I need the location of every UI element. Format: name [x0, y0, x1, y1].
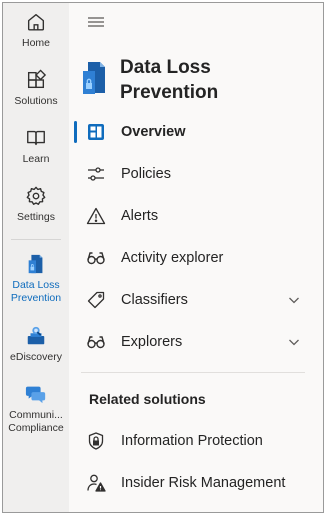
related-solutions-heading: Related solutions [89, 391, 206, 407]
nav-item-information-protection[interactable]: Information Protection [69, 424, 323, 458]
warning-icon [86, 207, 106, 225]
rail-label-communication-compliance: Communi... Compliance [8, 409, 64, 434]
app-header: Data Loss Prevention [81, 55, 250, 105]
overview-icon [88, 124, 104, 140]
dlp-icon [28, 254, 43, 274]
navigation-pane: Data Loss Prevention Overview Policies A… [69, 3, 323, 512]
user-warning-icon [87, 474, 106, 492]
rail-label-data-loss-prevention: Data Loss Prevention [10, 279, 62, 304]
nav-item-insider-risk-management[interactable]: Insider Risk Management [69, 466, 323, 500]
nav-label-activity-explorer: Activity explorer [121, 250, 224, 266]
gear-icon [26, 186, 46, 205]
rail-label-home: Home [21, 37, 50, 49]
rail-label-ediscovery: eDiscovery [10, 351, 62, 363]
app-frame: Home Solutions Learn Settings Data Loss … [2, 2, 324, 513]
rail-item-data-loss-prevention[interactable]: Data Loss Prevention [3, 253, 69, 305]
lock-shield-icon [88, 432, 104, 450]
book-icon [27, 130, 45, 146]
rail-item-ediscovery[interactable]: eDiscovery [3, 325, 69, 364]
app-rail: Home Solutions Learn Settings Data Loss … [3, 3, 69, 512]
nav-item-overview[interactable]: Overview [69, 115, 323, 149]
sliders-icon [88, 167, 104, 181]
nav-label-insider-risk-management: Insider Risk Management [121, 475, 286, 491]
glasses-icon [87, 252, 105, 265]
rail-divider [11, 239, 61, 240]
ediscovery-icon [27, 326, 45, 345]
nav-label-classifiers: Classifiers [121, 292, 188, 308]
nav-item-activity-explorer[interactable]: Activity explorer [69, 241, 323, 275]
section-divider [81, 372, 305, 373]
rail-item-settings[interactable]: Settings [3, 185, 69, 224]
rail-label-settings: Settings [17, 211, 55, 223]
nav-label-information-protection: Information Protection [121, 433, 263, 449]
nav-item-explorers[interactable]: Explorers [69, 325, 323, 359]
nav-item-alerts[interactable]: Alerts [69, 199, 323, 233]
nav-label-overview: Overview [121, 124, 186, 140]
active-indicator [74, 121, 77, 143]
tag-icon [87, 291, 105, 309]
chevron-down-icon[interactable] [287, 293, 301, 307]
rail-label-solutions: Solutions [14, 95, 58, 107]
hamburger-menu-icon[interactable] [86, 15, 106, 29]
rail-item-home[interactable]: Home [3, 11, 69, 50]
rail-item-solutions[interactable]: Solutions [3, 69, 69, 108]
glasses-icon [87, 336, 105, 349]
home-icon [27, 13, 45, 31]
nav-label-alerts: Alerts [121, 208, 159, 224]
rail-label-learn: Learn [22, 153, 50, 165]
nav-item-classifiers[interactable]: Classifiers [69, 283, 323, 317]
dlp-logo-icon [83, 62, 105, 94]
nav-item-policies[interactable]: Policies [69, 157, 323, 191]
rail-item-communication-compliance[interactable]: Communi... Compliance [3, 383, 69, 435]
nav-label-policies: Policies [121, 166, 171, 182]
nav-label-explorers: Explorers [121, 334, 183, 350]
page-title: Data Loss Prevention [120, 57, 219, 103]
solutions-icon [27, 69, 47, 89]
rail-item-learn[interactable]: Learn [3, 127, 69, 166]
chevron-down-icon[interactable] [287, 335, 301, 349]
communication-icon [25, 386, 46, 404]
